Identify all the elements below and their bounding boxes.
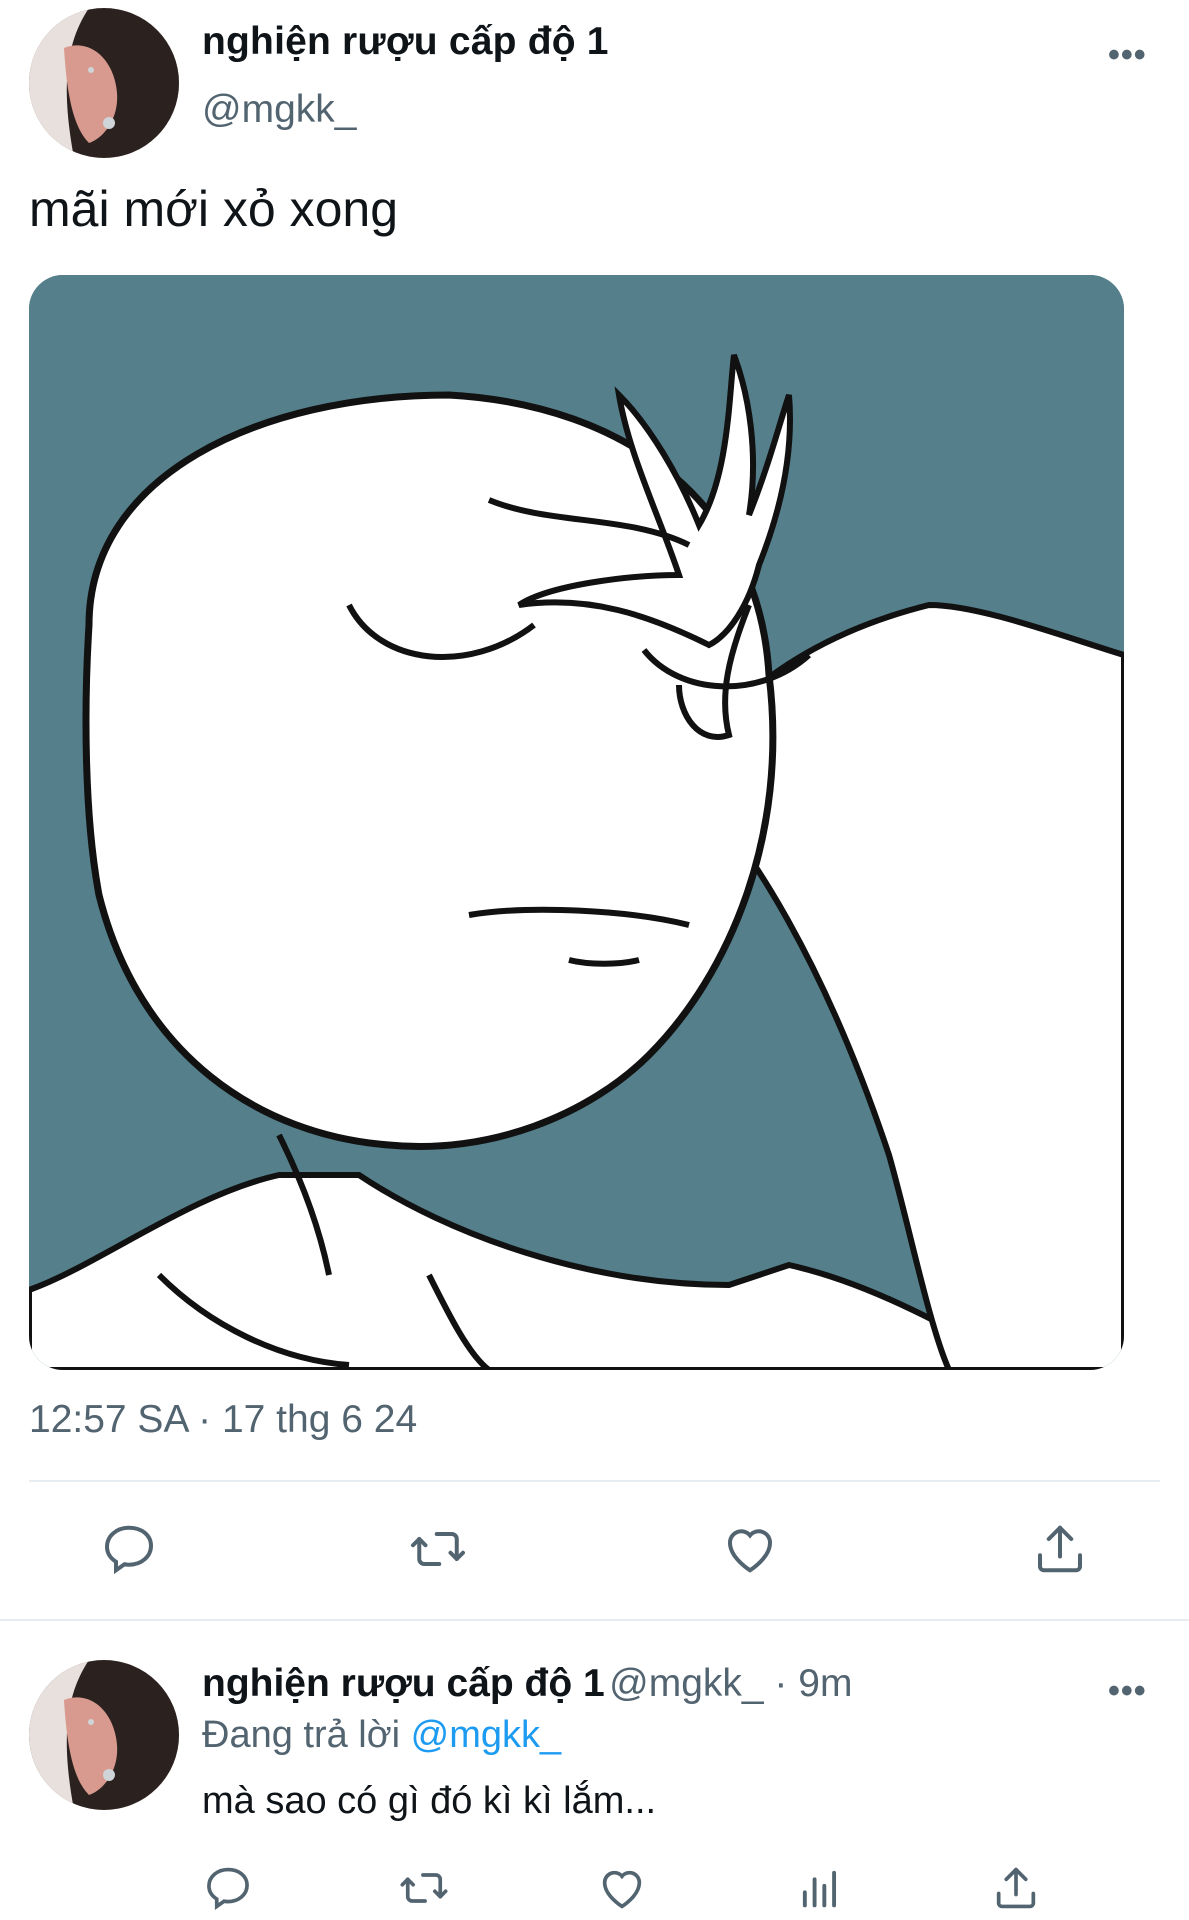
reply-avatar[interactable]: [29, 1660, 179, 1810]
tweet-timestamp[interactable]: 12:57 SA · 17 thg 6 24: [29, 1398, 417, 1442]
display-name[interactable]: nghiện rượu cấp độ 1: [202, 20, 609, 64]
reply-separator: ·: [763, 1662, 799, 1705]
reply-analytics-icon[interactable]: [788, 1856, 852, 1920]
divider: [29, 1480, 1160, 1482]
reply-handle[interactable]: @mgkk_: [609, 1662, 763, 1705]
reply-more-options-icon[interactable]: •••: [1108, 1672, 1147, 1711]
retweet-icon[interactable]: [406, 1517, 470, 1581]
replying-to-mention[interactable]: @mgkk_: [411, 1714, 562, 1756]
replying-prefix: Đang trả lời: [202, 1714, 401, 1756]
tweet-text: mãi mới xỏ xong: [29, 181, 399, 237]
like-icon[interactable]: [718, 1517, 782, 1581]
replying-to: Đang trả lời @mgkk_: [202, 1714, 561, 1757]
share-icon[interactable]: [1028, 1517, 1092, 1581]
reply-display-name[interactable]: nghiện rượu cấp độ 1: [202, 1662, 605, 1705]
reply-header: nghiện rượu cấp độ 1 @mgkk_ · 9m: [202, 1662, 852, 1706]
reply-icon[interactable]: [97, 1517, 161, 1581]
user-handle[interactable]: @mgkk_: [202, 88, 356, 132]
reply-retweet-icon[interactable]: [392, 1856, 456, 1920]
avatar[interactable]: [29, 8, 179, 158]
reply-share-icon[interactable]: [984, 1856, 1048, 1920]
more-options-icon[interactable]: •••: [1108, 36, 1147, 75]
reply-reply-icon[interactable]: [196, 1856, 260, 1920]
reply-like-icon[interactable]: [590, 1856, 654, 1920]
reply-time[interactable]: 9m: [798, 1662, 852, 1705]
tweet-image[interactable]: [29, 275, 1124, 1370]
section-divider: [0, 1619, 1189, 1621]
reply-text: mà sao có gì đó kì kì lắm...: [202, 1780, 657, 1822]
